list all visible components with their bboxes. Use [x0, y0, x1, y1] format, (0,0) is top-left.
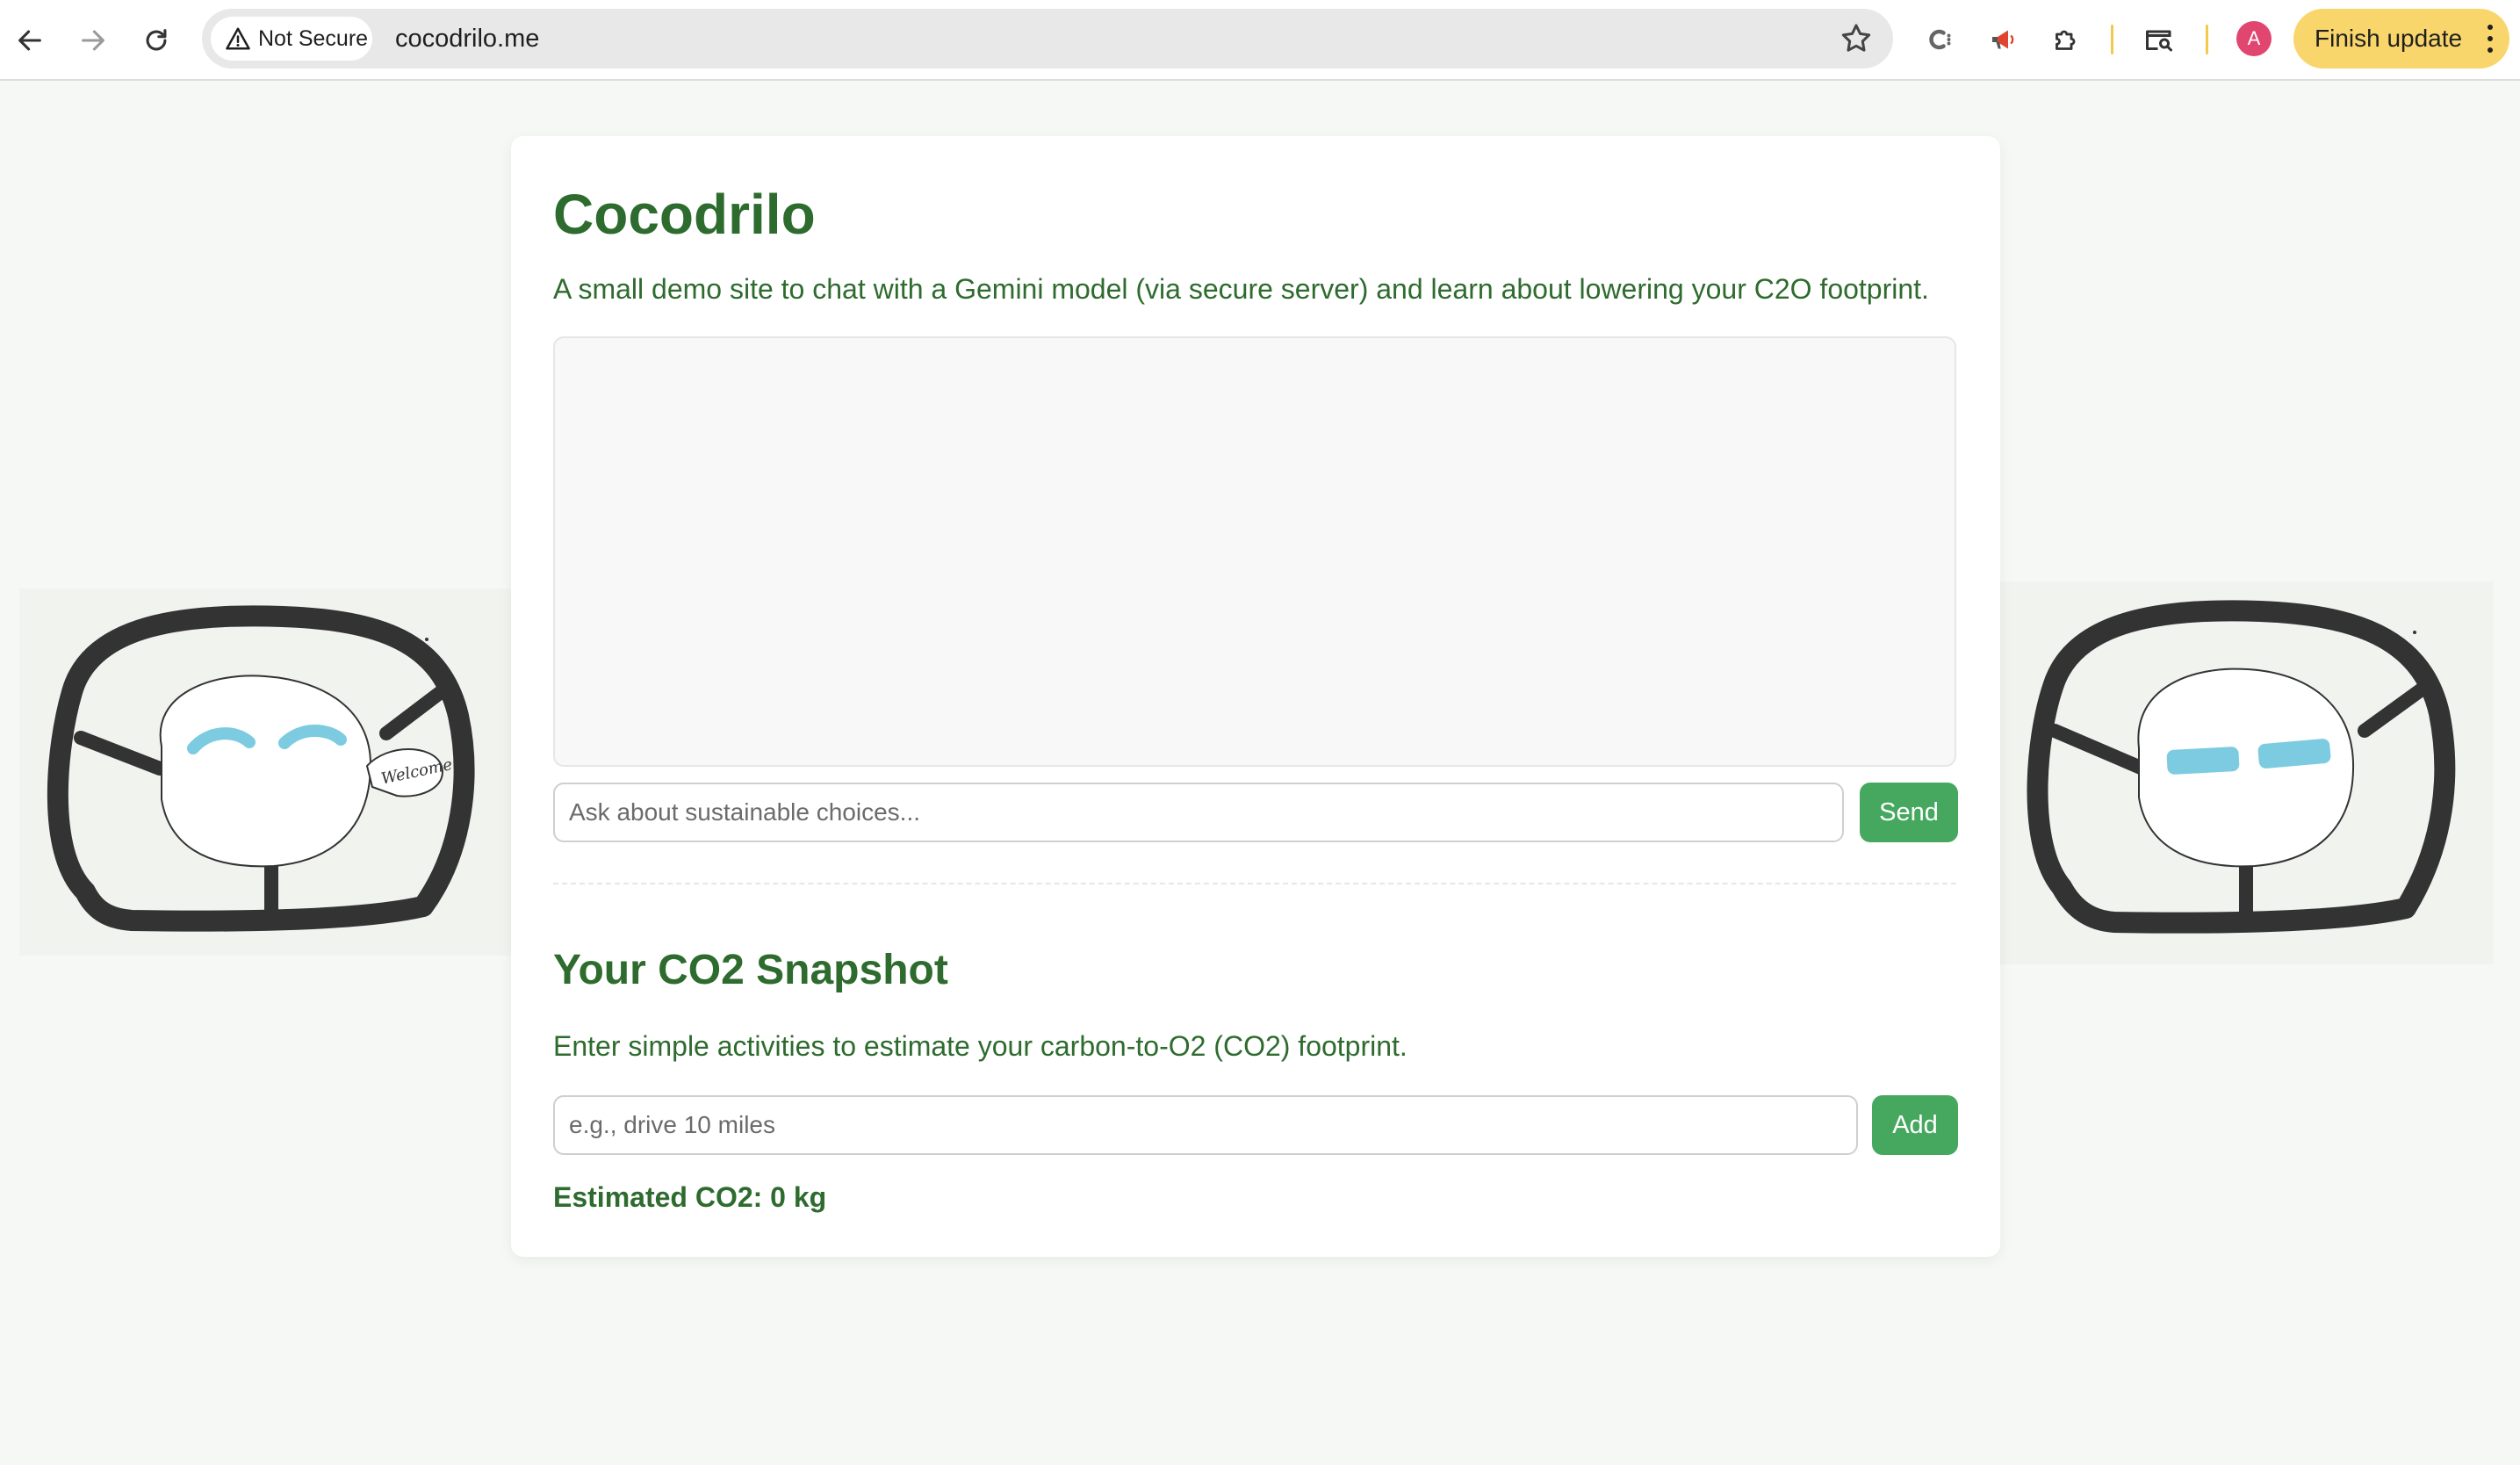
steering-wheel-drawing: Welcome: [47, 605, 475, 932]
security-label: Not Secure: [258, 25, 369, 51]
right-illustration: [2000, 581, 2494, 964]
co2-estimate: Estimated CO2: 0 kg: [553, 1181, 827, 1213]
extension-megaphone-button[interactable]: [1983, 19, 2023, 60]
browser-toolbar: Not Secure cocodrilo.me A Finish update: [0, 0, 2520, 81]
address-bar[interactable]: Not Secure cocodrilo.me: [202, 9, 1893, 69]
chat-input[interactable]: [553, 783, 1844, 842]
reload-button[interactable]: [135, 19, 177, 61]
back-button[interactable]: [9, 19, 51, 61]
extension-c-button[interactable]: [1919, 19, 1960, 60]
warning-icon: [226, 27, 250, 50]
main-card: Cocodrilo A small demo site to chat with…: [511, 136, 2000, 1257]
more-vert-icon: [2487, 25, 2494, 53]
extensions-button[interactable]: [2046, 19, 2086, 60]
finish-update-label: Finish update: [2315, 25, 2463, 52]
tab-search-button[interactable]: [2139, 19, 2179, 60]
activity-input[interactable]: [553, 1095, 1858, 1155]
forward-button[interactable]: [72, 19, 114, 61]
reload-icon: [146, 29, 167, 51]
section-divider: [553, 883, 1956, 884]
toolbar-separator: [2111, 25, 2113, 54]
c-extension-icon: [1929, 29, 1951, 50]
add-activity-button[interactable]: Add: [1872, 1095, 1958, 1155]
profile-avatar[interactable]: A: [2236, 21, 2272, 56]
snapshot-title: Your CO2 Snapshot: [553, 947, 948, 993]
finish-update-button[interactable]: Finish update: [2293, 9, 2509, 69]
megaphone-icon: [1992, 30, 2014, 49]
page-subtitle: A small demo site to chat with a Gemini …: [553, 273, 1929, 305]
arrow-left-icon: [18, 30, 41, 51]
bookmark-button[interactable]: [1839, 21, 1874, 56]
toolbar-separator: [2206, 25, 2208, 54]
star-icon: [1841, 24, 1871, 52]
arrow-right-icon: [82, 30, 104, 51]
snapshot-subtitle: Enter simple activities to estimate your…: [553, 1030, 1408, 1062]
send-button[interactable]: Send: [1860, 783, 1958, 842]
steering-wheel-drawing: [2027, 600, 2456, 934]
tab-search-icon: [2146, 30, 2172, 52]
puzzle-icon: [2056, 30, 2076, 50]
url-text[interactable]: cocodrilo.me: [395, 25, 539, 54]
chat-log[interactable]: [553, 336, 1956, 767]
page-title: Cocodrilo: [553, 183, 816, 246]
security-chip[interactable]: Not Secure: [211, 17, 372, 61]
left-illustration: Welcome: [19, 588, 511, 956]
